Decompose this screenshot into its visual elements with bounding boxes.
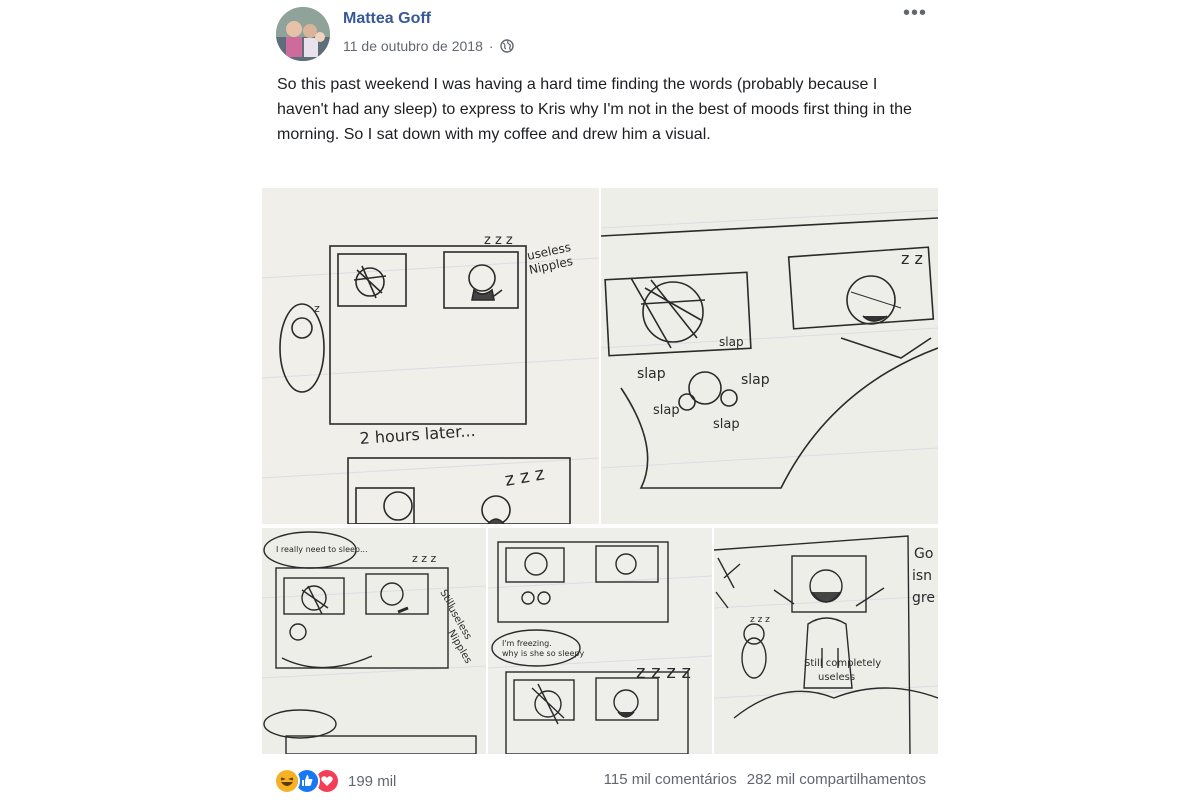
shares-count[interactable]: 282 mil compartilhamentos (747, 771, 926, 788)
meta-separator: · (488, 38, 494, 54)
comic-photo-4[interactable]: I'm freezing. why is she so sleepy z z z… (488, 528, 712, 754)
reactions-summary[interactable]: 199 mil (274, 768, 396, 794)
comic-label: slap (741, 372, 770, 388)
comic-label: z z z z (636, 662, 691, 683)
post-meta: 11 de outubro de 2018 · (343, 38, 514, 54)
comic-photo-3[interactable]: I really need to sleep... Still useless … (262, 528, 486, 754)
comic-label: z z z (412, 552, 437, 565)
author-avatar[interactable] (276, 7, 330, 61)
more-options-button[interactable]: ••• (902, 3, 928, 26)
comic-label: isn (912, 568, 932, 584)
comic-label: slap (653, 403, 680, 418)
author-name[interactable]: Mattea Goff (343, 10, 431, 28)
engagement-stats: 115 mil comentários 282 mil compartilham… (604, 771, 926, 788)
comic-label: I really need to sleep... (276, 545, 368, 554)
comic-label: z z (901, 249, 923, 268)
comic-label: z z z (484, 233, 513, 248)
comic-label: slap (719, 335, 744, 349)
comic-photo-2[interactable]: slap slap slap slap slap z z (601, 188, 938, 524)
comments-count[interactable]: 115 mil comentários (604, 771, 737, 788)
post-footer: 199 mil 115 mil comentários 282 mil comp… (274, 768, 926, 794)
photo-grid: useless Nipples 2 hours later... z z z z… (262, 188, 938, 754)
facebook-post: Mattea Goff 11 de outubro de 2018 · ••• … (262, 0, 938, 800)
comic-label: useless (818, 672, 855, 683)
haha-icon (274, 768, 300, 794)
comic-label: z (314, 302, 320, 315)
comic-label: slap (713, 417, 740, 432)
globe-icon[interactable] (499, 39, 514, 53)
avatar-photo (276, 7, 330, 61)
reactions-count: 199 mil (348, 772, 397, 790)
comic-photo-5[interactable]: Go isn gre Still completely useless z z … (714, 528, 938, 754)
comic-label: gre (912, 590, 935, 606)
comic-label: slap (637, 366, 666, 382)
comic-label: why is she so sleepy (502, 649, 584, 658)
comic-label: z z z (750, 615, 770, 625)
post-text: So this past weekend I was having a hard… (277, 76, 912, 143)
comic-photo-1[interactable]: useless Nipples 2 hours later... z z z z… (262, 188, 599, 524)
ellipsis-icon: ••• (902, 2, 927, 24)
comic-label: Go (914, 546, 933, 562)
comic-label: Still completely (804, 658, 881, 669)
comic-label: I'm freezing. (502, 639, 552, 648)
post-date[interactable]: 11 de outubro de 2018 (343, 38, 483, 54)
